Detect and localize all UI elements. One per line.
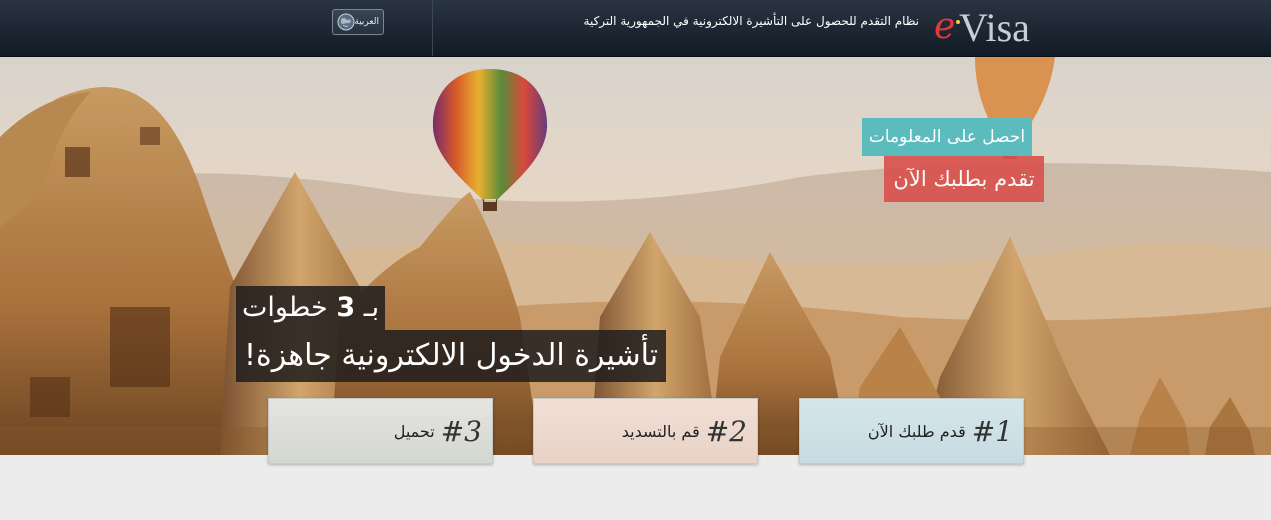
headline-number: 3 (336, 292, 356, 323)
hero-banner: احصل على المعلومات تقدم بطلبك الآن (0, 57, 1271, 455)
step-number: #3 (440, 414, 482, 448)
step-label: قدم طلبك الآن (867, 421, 966, 441)
language-button[interactable]: العربية (332, 9, 384, 35)
get-information-button[interactable]: احصل على المعلومات (862, 118, 1032, 156)
logo-e: e (934, 6, 956, 47)
step-number: #2 (705, 414, 747, 448)
apply-now-button[interactable]: تقدم بطلبك الآن (884, 156, 1044, 202)
top-header: e Visa نظام التقدم للحصول على التأشيرة ا… (0, 0, 1271, 57)
step-1-apply[interactable]: #1 قدم طلبك الآن (799, 398, 1024, 464)
headline-evisa-ready: تأشيرة الدخول الالكترونية جاهزة! (236, 330, 667, 382)
headline-three-steps: بـ 3 خطوات (236, 286, 386, 330)
globe-icon (337, 13, 355, 31)
headline-prefix: بـ (363, 292, 380, 323)
header-divider (432, 0, 433, 56)
headline-suffix: خطوات (242, 292, 328, 323)
step-number: #1 (971, 414, 1013, 448)
header-tagline: نظام التقدم للحصول على التأشيرة الالكترو… (583, 14, 919, 28)
cappadocia-landscape (0, 57, 1271, 455)
logo-visa: Visa (959, 5, 1030, 50)
evisa-logo[interactable]: e Visa (926, 0, 1041, 56)
step-label: تحميل (393, 421, 435, 441)
hot-air-balloon (432, 69, 548, 211)
step-label: قم بالتسديد (621, 421, 700, 441)
step-3-download[interactable]: #3 تحميل (268, 398, 493, 464)
step-2-payment[interactable]: #2 قم بالتسديد (533, 398, 758, 464)
language-label: العربية (354, 17, 379, 27)
